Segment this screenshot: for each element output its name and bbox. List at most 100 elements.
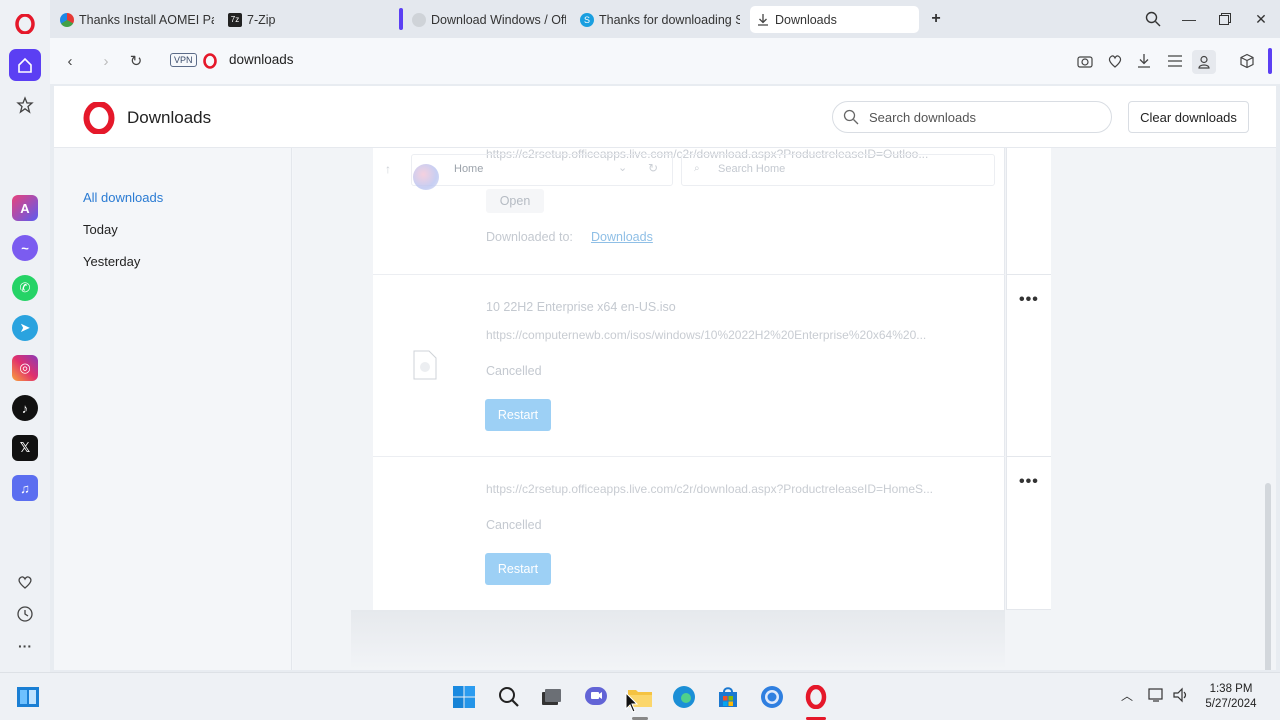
system-clock[interactable]: 1:38 PM 5/27/2024	[1196, 682, 1266, 712]
more-options-button[interactable]: •••	[1019, 291, 1039, 309]
reload-icon: ↻	[129, 53, 143, 70]
open-button[interactable]: Open	[486, 189, 544, 213]
opera-taskbar-button[interactable]	[803, 684, 829, 710]
clock-icon	[17, 606, 33, 622]
ghost-shadow	[351, 610, 1005, 670]
menu-lines-icon	[1168, 55, 1182, 67]
gear-icon	[412, 12, 426, 27]
page-title: Downloads	[127, 108, 212, 127]
page-header: Downloads Search downloads Clear downloa…	[54, 86, 1276, 148]
reload-button[interactable]: ↻	[125, 50, 147, 72]
nav-today[interactable]: Today	[83, 222, 118, 237]
downloads-list: https://c2rsetup.officeapps.live.com/c2r…	[373, 147, 1005, 610]
widgets-button[interactable]	[15, 684, 41, 710]
user-icon	[1198, 55, 1210, 69]
volume-button[interactable]	[1172, 687, 1190, 706]
more-column: •••	[1006, 457, 1051, 610]
more-options-button[interactable]: •••	[1019, 473, 1039, 491]
download-item: https://c2rsetup.officeapps.live.com/c2r…	[373, 147, 1005, 275]
restore-button[interactable]	[1214, 8, 1236, 30]
forward-button[interactable]: ›	[95, 50, 117, 72]
sidebar-music-button[interactable]: ♫	[9, 472, 41, 504]
task-view-button[interactable]	[538, 684, 564, 710]
network-icon	[1148, 688, 1163, 702]
speaker-icon	[1173, 687, 1187, 703]
clear-downloads-button[interactable]: Clear downloads	[1128, 101, 1249, 133]
opera-logo-icon	[83, 102, 115, 134]
easy-setup-button[interactable]	[1164, 50, 1186, 72]
download-status: Cancelled	[486, 364, 542, 378]
edge-button[interactable]	[671, 684, 697, 710]
download-icon	[758, 13, 768, 26]
tab-downloads[interactable]: Downloads	[750, 6, 919, 33]
tab-search-button[interactable]	[1142, 8, 1164, 30]
downloads-filter-nav: All downloads Today Yesterday	[54, 148, 292, 670]
more-dots-icon: ···	[18, 638, 32, 654]
scrollbar-thumb[interactable]	[1265, 483, 1271, 670]
tab-aomei[interactable]: Thanks Install AOMEI Part	[54, 6, 220, 33]
file-type-icon	[413, 164, 439, 190]
x-twitter-icon: 𝕏	[12, 435, 38, 461]
sidebar-speed-dial-button[interactable]	[9, 89, 41, 121]
opera-menu-button[interactable]	[9, 8, 41, 40]
nav-yesterday[interactable]: Yesterday	[83, 254, 140, 269]
7zip-icon: 7z	[228, 12, 242, 27]
sidebar-home-button[interactable]	[9, 49, 41, 81]
telegram-icon: ➤	[12, 315, 38, 341]
clock-date: 5/27/2024	[1205, 698, 1257, 710]
search-icon	[499, 687, 519, 707]
minimize-button[interactable]: —	[1178, 8, 1200, 30]
sidebar-bookmarks-button[interactable]	[9, 566, 41, 598]
sidebar-history-button[interactable]	[9, 598, 41, 630]
downloaded-to-link[interactable]: Downloads	[591, 230, 653, 244]
download-url[interactable]: https://c2rsetup.officeapps.live.com/c2r…	[486, 482, 966, 496]
show-hidden-icons-button[interactable]: ︿	[1121, 687, 1133, 704]
network-button[interactable]	[1148, 687, 1166, 706]
bookmark-button[interactable]	[1104, 50, 1126, 72]
restart-button[interactable]: Restart	[485, 399, 551, 431]
sidebar-more-button[interactable]: ···	[9, 630, 41, 662]
tab-7zip[interactable]: 7z 7-Zip	[222, 6, 392, 33]
tab-download-windows[interactable]: Download Windows / Offi	[406, 6, 572, 33]
close-window-button[interactable]: ✕	[1250, 8, 1272, 30]
chrome-button[interactable]	[759, 684, 785, 710]
tiktok-icon: ♪	[12, 395, 38, 421]
chevron-left-icon: ‹	[67, 52, 73, 70]
tab-skype-thanks[interactable]: S Thanks for downloading S	[574, 6, 746, 33]
profile-button[interactable]	[1192, 50, 1216, 74]
more-column	[1006, 148, 1051, 275]
opera-logo-icon	[15, 14, 35, 34]
aria-icon: A	[12, 195, 38, 221]
search-icon: ⌕	[694, 163, 700, 174]
vpn-badge[interactable]: VPN	[170, 53, 197, 67]
download-filename[interactable]: 10 22H2 Enterprise x64 en-US.iso	[486, 300, 676, 314]
sidebar-x-button[interactable]: 𝕏	[9, 432, 41, 464]
snapshot-button[interactable]	[1074, 50, 1096, 72]
sidebar-tiktok-button[interactable]: ♪	[9, 392, 41, 424]
sidebar-instagram-button[interactable]: ◎	[9, 352, 41, 384]
download-url[interactable]: https://computernewb.com/isos/windows/10…	[486, 328, 966, 342]
teams-chat-button[interactable]	[583, 684, 609, 710]
download-status: Cancelled	[486, 518, 542, 532]
tab-group-indicator	[399, 8, 403, 30]
sidebar-aria-button[interactable]: A	[9, 192, 41, 224]
more-column: •••	[1006, 275, 1051, 457]
close-icon: ✕	[1255, 10, 1267, 27]
back-button[interactable]: ‹	[59, 50, 81, 72]
restart-button[interactable]: Restart	[485, 553, 551, 585]
sidebar-whatsapp-button[interactable]: ✆	[9, 272, 41, 304]
sidebar-messenger-button[interactable]: ~	[9, 232, 41, 264]
start-button[interactable]	[451, 684, 477, 710]
opera-sidebar: A ~ ✆ ➤ ◎ ♪ 𝕏 ♫ ···	[0, 0, 50, 672]
new-tab-button[interactable]: +	[925, 8, 947, 30]
downloads-button[interactable]	[1133, 50, 1155, 72]
extensions-button[interactable]	[1236, 50, 1258, 72]
taskbar-search-button[interactable]	[496, 684, 522, 710]
url-field[interactable]: downloads	[229, 52, 294, 67]
clock-time: 1:38 PM	[1209, 683, 1253, 695]
sidebar-telegram-button[interactable]: ➤	[9, 312, 41, 344]
store-button[interactable]	[715, 684, 741, 710]
nav-all-downloads[interactable]: All downloads	[83, 190, 163, 205]
search-downloads-input[interactable]: Search downloads	[832, 101, 1112, 133]
download-icon	[1138, 54, 1150, 68]
